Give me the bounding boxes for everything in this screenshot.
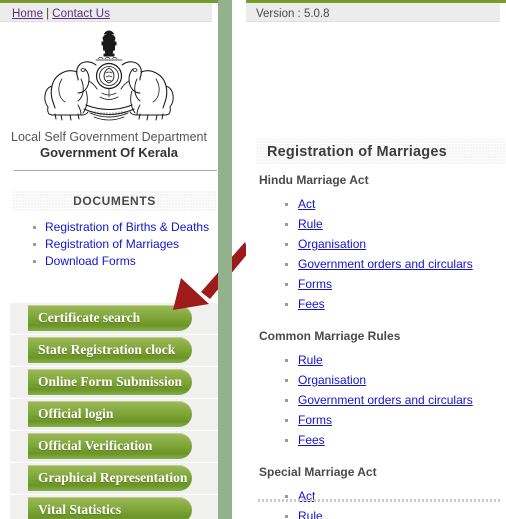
sidebar-button-state-registration-clock[interactable]: State Registration clock xyxy=(28,337,192,363)
button-row: Vital Statistics xyxy=(0,495,218,519)
list-item[interactable]: Rule xyxy=(285,506,506,519)
section-hindu-marriage-act: Hindu Marriage Act Act Rule Organisation… xyxy=(256,173,506,314)
left-panel: Home | Contact Us Local Self Government … xyxy=(0,0,218,519)
list-item[interactable]: Organisation xyxy=(285,234,506,254)
organisation-text: Local Self Government Department Governm… xyxy=(0,129,218,161)
nav-separator: | xyxy=(46,8,50,20)
list-item[interactable]: Rule xyxy=(285,214,506,234)
emblem-container xyxy=(0,29,218,128)
documents-section-header: DOCUMENTS xyxy=(12,190,217,212)
list-item[interactable]: Government orders and circulars xyxy=(285,390,506,410)
government-name: Government Of Kerala xyxy=(40,145,178,160)
sidebar-button-stack: Certificate search State Registration cl… xyxy=(0,303,218,519)
sidebar-button-official-verification[interactable]: Official Verification xyxy=(28,433,192,459)
section-special-marriage-act: Special Marriage Act Act Rule Government… xyxy=(256,465,506,519)
link-rule[interactable]: Rule xyxy=(298,509,323,519)
section-title: Common Marriage Rules xyxy=(259,329,401,343)
document-link-births-deaths[interactable]: Registration of Births & Deaths xyxy=(45,220,209,234)
documents-list: Registration of Births & Deaths Registra… xyxy=(30,219,218,270)
section-link-list: Act Rule Organisation Government orders … xyxy=(256,194,506,314)
list-item[interactable]: Fees xyxy=(285,294,506,314)
list-item[interactable]: Organisation xyxy=(285,370,506,390)
section-link-list: Act Rule Government orders and circulars xyxy=(256,486,506,519)
sidebar-button-graphical-representation[interactable]: Graphical Representation xyxy=(28,465,192,491)
link-government-orders-and-circulars[interactable]: Government orders and circulars xyxy=(298,393,473,407)
section-title: Special Marriage Act xyxy=(259,465,377,479)
vertical-divider xyxy=(218,0,232,519)
sidebar-button-online-form-submission[interactable]: Online Form Submission xyxy=(28,369,192,395)
list-item[interactable]: Forms xyxy=(285,410,506,430)
sidebar-button-certificate-search[interactable]: Certificate search xyxy=(28,305,192,331)
section-common-marriage-rules: Common Marriage Rules Rule Organisation … xyxy=(256,329,506,450)
button-row: Online Form Submission xyxy=(0,367,218,398)
list-item[interactable]: Government orders and circulars xyxy=(285,254,506,274)
list-item[interactable]: Act xyxy=(285,194,506,214)
page-title: Registration of Marriages xyxy=(256,139,506,165)
link-government-orders-and-circulars[interactable]: Government orders and circulars xyxy=(298,257,473,271)
horizontal-divider xyxy=(14,170,217,171)
section-title: Hindu Marriage Act xyxy=(259,173,369,187)
link-forms[interactable]: Forms xyxy=(298,413,332,427)
list-item[interactable]: Act xyxy=(285,486,506,506)
link-rule[interactable]: Rule xyxy=(298,353,323,367)
button-row: Certificate search xyxy=(0,303,218,334)
right-panel: Version : 5.0.8 Registration of Marriage… xyxy=(246,0,506,519)
list-item[interactable]: Registration of Births & Deaths xyxy=(30,219,218,236)
sidebar-button-official-login[interactable]: Official login xyxy=(28,401,192,427)
sidebar-button-vital-statistics[interactable]: Vital Statistics xyxy=(28,497,192,519)
list-item[interactable]: Forms xyxy=(285,274,506,294)
link-organisation[interactable]: Organisation xyxy=(298,373,366,387)
list-item[interactable]: Fees xyxy=(285,430,506,450)
list-item[interactable]: Download Forms xyxy=(30,253,218,270)
document-link-download-forms[interactable]: Download Forms xyxy=(45,254,136,268)
dotted-divider xyxy=(258,499,502,502)
button-row: Graphical Representation xyxy=(0,463,218,494)
link-rule[interactable]: Rule xyxy=(298,217,323,231)
nav-link-contact-us[interactable]: Contact Us xyxy=(52,8,110,20)
section-link-list: Rule Organisation Government orders and … xyxy=(256,350,506,450)
department-name: Local Self Government Department xyxy=(11,130,207,144)
link-fees[interactable]: Fees xyxy=(298,433,325,447)
link-organisation[interactable]: Organisation xyxy=(298,237,366,251)
content-sections: Hindu Marriage Act Act Rule Organisation… xyxy=(256,173,506,519)
button-row: Official Verification xyxy=(0,431,218,462)
page-root: Home | Contact Us Local Self Government … xyxy=(0,0,506,519)
button-row: Official login xyxy=(0,399,218,430)
kerala-state-emblem-icon xyxy=(44,30,174,121)
link-fees[interactable]: Fees xyxy=(298,297,325,311)
version-label: Version : 5.0.8 xyxy=(256,8,330,20)
link-forms[interactable]: Forms xyxy=(298,277,332,291)
nav-link-home[interactable]: Home xyxy=(12,8,43,20)
button-row: State Registration clock xyxy=(0,335,218,366)
link-act[interactable]: Act xyxy=(298,197,315,211)
list-item[interactable]: Registration of Marriages xyxy=(30,236,218,253)
breadcrumb: Home | Contact Us xyxy=(12,8,110,20)
list-item[interactable]: Rule xyxy=(285,350,506,370)
document-link-marriages[interactable]: Registration of Marriages xyxy=(45,237,179,251)
